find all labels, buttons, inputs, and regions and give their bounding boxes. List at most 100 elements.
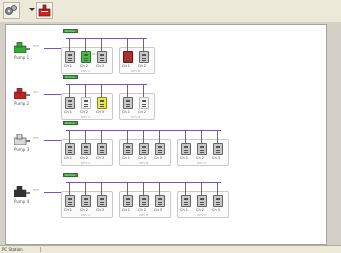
pump-online-tag: Online <box>63 121 78 125</box>
device-screen-icon <box>126 146 130 148</box>
channel-device[interactable] <box>155 143 165 155</box>
channel-label: Ch 1 <box>64 64 73 68</box>
channel-device[interactable] <box>81 51 91 63</box>
channel-device[interactable] <box>97 143 107 155</box>
device-keypad-icon <box>100 202 104 206</box>
channel-device[interactable] <box>81 97 91 109</box>
device-group-label: DEV B <box>131 69 141 73</box>
channel-device[interactable] <box>97 51 107 63</box>
device-screen-icon <box>84 198 88 200</box>
pump-online-tag: Online <box>63 75 78 79</box>
channel-device[interactable] <box>97 97 107 109</box>
channel-connector <box>127 130 128 143</box>
device-group-label: DEV B <box>131 115 141 119</box>
device-keypad-icon <box>142 58 146 62</box>
channel-connector <box>127 38 128 51</box>
device-keypad-icon <box>184 202 188 206</box>
channel-connector <box>217 130 218 143</box>
channel-device[interactable] <box>65 143 75 155</box>
channel-device[interactable] <box>65 97 75 109</box>
device-bus <box>66 84 147 85</box>
channel-device[interactable] <box>213 143 223 155</box>
channel-device[interactable] <box>97 195 107 207</box>
channel-device[interactable] <box>123 51 133 63</box>
channel-device[interactable] <box>81 195 91 207</box>
device-keypad-icon <box>68 202 72 206</box>
device-keypad-icon <box>158 202 162 206</box>
topology-canvas: Online OFF Pump 1 DEV A Ch 1 49.0G Ch 2 Ch 3 DEV… <box>5 24 327 245</box>
channel-connector <box>85 84 86 97</box>
channel-device[interactable] <box>123 195 133 207</box>
pump-status: ON <box>33 90 38 94</box>
channel-connector <box>101 130 102 143</box>
channel-device[interactable] <box>197 143 207 155</box>
device-screen-icon <box>216 146 220 148</box>
channel-label: Ch 2 <box>196 156 205 160</box>
channel-device[interactable] <box>65 195 75 207</box>
device-keypad-icon <box>216 150 220 154</box>
channel-label: Ch 1 <box>64 156 73 160</box>
pump-online-tag-text: Online <box>65 29 75 33</box>
device-screen-icon <box>126 54 130 56</box>
device-keypad-icon <box>126 202 130 206</box>
pump-status: OFF <box>33 188 39 192</box>
channel-connector <box>217 182 218 195</box>
device-screen-icon <box>68 146 72 148</box>
channel-device[interactable] <box>155 195 165 207</box>
device-screen-icon <box>68 198 72 200</box>
channel-connector <box>69 130 70 143</box>
channel-label: Ch 2 <box>80 208 89 212</box>
channel-device[interactable] <box>139 97 149 109</box>
pump-online-tag-text: Online <box>65 121 75 125</box>
device-screen-icon <box>84 146 88 148</box>
channel-connector <box>201 130 202 143</box>
device-keypad-icon <box>68 150 72 154</box>
channel-connector <box>143 182 144 195</box>
device-screen-icon <box>68 54 72 56</box>
channel-device[interactable] <box>181 195 191 207</box>
pump-status: OFF <box>33 44 39 48</box>
channel-label: Ch 1 <box>64 208 73 212</box>
pump-online-tag: Online <box>63 29 78 33</box>
device-screen-icon <box>100 54 104 56</box>
device-group-label: DEV C <box>197 213 207 217</box>
channel-device[interactable] <box>197 195 207 207</box>
chevron-down-icon[interactable] <box>29 8 35 11</box>
device-screen-icon <box>184 146 188 148</box>
channel-label: Ch 2 <box>138 64 147 68</box>
channel-connector <box>69 84 70 97</box>
device-keypad-icon <box>84 104 88 108</box>
device-keypad-icon <box>68 104 72 108</box>
device-screen-icon <box>68 100 72 102</box>
channel-device[interactable] <box>139 51 149 63</box>
status-bar-text: PC Station <box>2 247 23 252</box>
channel-device[interactable] <box>139 195 149 207</box>
channel-device[interactable] <box>123 97 133 109</box>
pump-icon <box>14 42 30 53</box>
device-bus <box>66 38 147 39</box>
pump-icon <box>14 134 30 145</box>
device-keypad-icon <box>200 150 204 154</box>
pump-alert-button[interactable] <box>36 2 53 19</box>
channel-device[interactable] <box>81 143 91 155</box>
channel-device[interactable] <box>65 51 75 63</box>
channel-device[interactable] <box>213 195 223 207</box>
pump-label: Pump 2 <box>14 101 30 106</box>
device-group-label: DEV B <box>139 213 149 217</box>
channel-label: Ch 3 <box>154 156 163 160</box>
channel-label: Ch 1 <box>122 64 131 68</box>
channel-device[interactable] <box>181 143 191 155</box>
network-settings-button[interactable] <box>3 2 20 19</box>
device-screen-icon <box>142 146 146 148</box>
channel-device[interactable] <box>123 143 133 155</box>
device-screen-icon <box>158 198 162 200</box>
pump-label: Pump 1 <box>14 55 30 60</box>
device-keypad-icon <box>126 58 130 62</box>
network-settings-icon <box>5 5 17 15</box>
channel-label: Ch 1 <box>122 110 131 114</box>
channel-label: Ch 2 <box>80 110 89 114</box>
channel-connector <box>143 84 144 97</box>
pump-online-tag: Online <box>63 173 78 177</box>
channel-device[interactable] <box>139 143 149 155</box>
channel-label: Ch 2 <box>138 156 147 160</box>
